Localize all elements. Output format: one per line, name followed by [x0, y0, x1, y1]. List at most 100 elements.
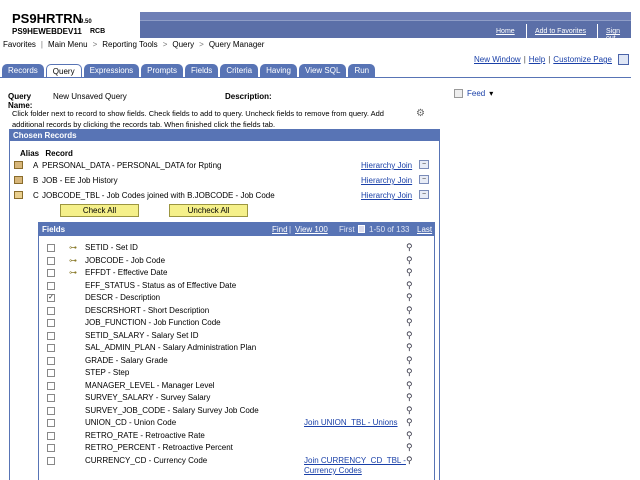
tab-records[interactable]: Records: [2, 64, 44, 77]
field-checkbox[interactable]: [47, 419, 55, 427]
field-checkbox[interactable]: [47, 281, 55, 290]
field-name: JOB_FUNCTION - Job Function Code: [85, 318, 221, 327]
field-checkbox[interactable]: [47, 306, 55, 315]
hierarchy-join-link[interactable]: Hierarchy Join: [361, 174, 412, 187]
field-properties-icon[interactable]: ⚲: [406, 293, 416, 303]
uncheck-all-button[interactable]: Uncheck All: [169, 204, 248, 217]
help-link[interactable]: Help: [529, 55, 545, 64]
field-properties-icon[interactable]: ⚲: [406, 393, 416, 403]
field-properties-icon[interactable]: ⚲: [406, 443, 416, 453]
record-row: B JOB - EE Job History Hierarchy Join −: [10, 174, 439, 187]
field-properties-icon[interactable]: ⚲: [406, 380, 416, 391]
breadcrumb-separator: >: [199, 39, 204, 49]
add-to-favorites-link[interactable]: Add to Favorites: [535, 28, 586, 35]
folder-closed-icon[interactable]: [14, 161, 23, 169]
field-name: SETID - Set ID: [85, 243, 138, 252]
tab-having[interactable]: Having: [260, 64, 297, 77]
field-join-link[interactable]: Join UNION_TBL - Unions: [304, 417, 398, 429]
field-checkbox[interactable]: [47, 431, 55, 440]
field-row: JOB_FUNCTION - Job Function Code ⚲: [39, 317, 434, 330]
field-checkbox[interactable]: [47, 444, 55, 452]
field-name: MANAGER_LEVEL - Manager Level: [85, 380, 215, 390]
field-checkbox[interactable]: [47, 456, 55, 465]
record-alias: A: [33, 161, 39, 170]
record-alias: C: [33, 191, 39, 200]
field-properties-icon[interactable]: ⚲: [406, 243, 416, 253]
field-checkbox[interactable]: [47, 244, 55, 252]
tab-fields[interactable]: Fields: [184, 64, 219, 77]
field-properties-icon[interactable]: ⚲: [406, 405, 416, 416]
field-row: SETID_SALARY - Salary Set ID ⚲: [39, 330, 434, 343]
breadcrumb-query[interactable]: Query: [169, 40, 197, 49]
breadcrumb-query-manager[interactable]: Query Manager: [206, 40, 268, 49]
field-checkbox[interactable]: [47, 256, 55, 265]
field-checkbox[interactable]: [47, 319, 55, 327]
field-properties-icon[interactable]: ⚲: [406, 455, 416, 466]
field-properties-icon[interactable]: ⚲: [406, 318, 416, 328]
field-row: ⊶ EFFDT - Effective Date ⚲: [39, 267, 434, 280]
field-checkbox[interactable]: ✓: [47, 294, 55, 302]
field-checkbox[interactable]: [47, 381, 55, 390]
folder-closed-icon[interactable]: [14, 176, 23, 184]
feed-menu[interactable]: Feed ▾: [454, 89, 493, 98]
find-link[interactable]: Find: [272, 223, 288, 236]
tab-prompts[interactable]: Prompts: [141, 64, 183, 77]
tab-expressions[interactable]: Expressions: [83, 64, 140, 77]
record-row: A PERSONAL_DATA - PERSONAL_DATA for Rpti…: [10, 159, 439, 172]
last-link[interactable]: Last: [417, 223, 432, 236]
field-properties-icon[interactable]: ⚲: [406, 343, 416, 353]
previous-page-icon[interactable]: [358, 225, 365, 233]
field-properties-icon[interactable]: ⚲: [406, 418, 416, 428]
field-properties-icon[interactable]: ⚲: [406, 305, 416, 316]
field-properties-icon[interactable]: ⚲: [406, 355, 416, 366]
new-window-link[interactable]: New Window: [474, 55, 521, 64]
tab-query[interactable]: Query: [45, 64, 82, 78]
delete-record-button[interactable]: −: [419, 175, 429, 184]
database-name: PS9HRTRN: [12, 11, 83, 26]
tab-view-sql[interactable]: View SQL: [299, 64, 347, 77]
field-checkbox[interactable]: [47, 369, 55, 377]
field-row: EFF_STATUS - Status as of Effective Date…: [39, 280, 434, 293]
field-row: SURVEY_SALARY - Survey Salary ⚲: [39, 392, 434, 405]
hierarchy-join-link[interactable]: Hierarchy Join: [361, 159, 412, 172]
key-icon: ⊶: [69, 243, 77, 252]
field-properties-icon[interactable]: ⚲: [406, 430, 416, 441]
field-properties-icon[interactable]: ⚲: [406, 268, 416, 278]
field-properties-icon[interactable]: ⚲: [406, 330, 416, 341]
hierarchy-join-link[interactable]: Hierarchy Join: [361, 189, 412, 202]
record-column-header: Record: [45, 149, 73, 158]
field-properties-icon[interactable]: ⚲: [406, 280, 416, 291]
delete-record-button[interactable]: −: [419, 190, 429, 199]
preferences-icon[interactable]: ⚙: [416, 108, 425, 119]
field-join-link[interactable]: Join CURRENCY_CD_TBL -: [304, 455, 406, 467]
customize-page-link[interactable]: Customize Page: [553, 55, 612, 64]
field-checkbox[interactable]: [47, 331, 55, 340]
first-label: First: [339, 225, 355, 234]
breadcrumb-favorites[interactable]: Favorites: [0, 40, 39, 49]
field-properties-icon[interactable]: ⚲: [406, 255, 416, 266]
breadcrumb-main-menu[interactable]: Main Menu: [45, 40, 91, 49]
field-checkbox[interactable]: [47, 344, 55, 352]
field-row: CURRENCY_CD - Currency Code Join CURRENCY…: [39, 455, 434, 468]
field-name: GRADE - Salary Grade: [85, 355, 168, 365]
tab-run[interactable]: Run: [348, 64, 376, 77]
delete-record-button[interactable]: −: [419, 160, 429, 169]
user-id: RCB: [90, 28, 106, 35]
field-checkbox[interactable]: [47, 269, 55, 277]
field-name: SURVEY_JOB_CODE - Salary Survey Job Code: [85, 405, 259, 415]
field-properties-icon[interactable]: ⚲: [406, 368, 416, 378]
tab-criteria[interactable]: Criteria: [220, 64, 259, 77]
field-name: RETRO_PERCENT - Retroactive Percent: [85, 443, 233, 452]
field-name: DESCRSHORT - Short Description: [85, 305, 210, 315]
field-checkbox[interactable]: [47, 406, 55, 415]
home-link[interactable]: Home: [496, 28, 515, 35]
breadcrumb-reporting-tools[interactable]: Reporting Tools: [99, 40, 160, 49]
check-all-button[interactable]: Check All: [60, 204, 139, 217]
folder-open-icon[interactable]: [14, 191, 23, 199]
field-checkbox[interactable]: [47, 356, 55, 365]
view-100-link[interactable]: View 100: [295, 223, 328, 236]
page-icon[interactable]: [618, 54, 629, 65]
chosen-records-title: Chosen Records: [10, 130, 439, 141]
field-checkbox[interactable]: [47, 394, 55, 402]
field-join-link-continuation[interactable]: Currency Codes: [304, 466, 362, 475]
